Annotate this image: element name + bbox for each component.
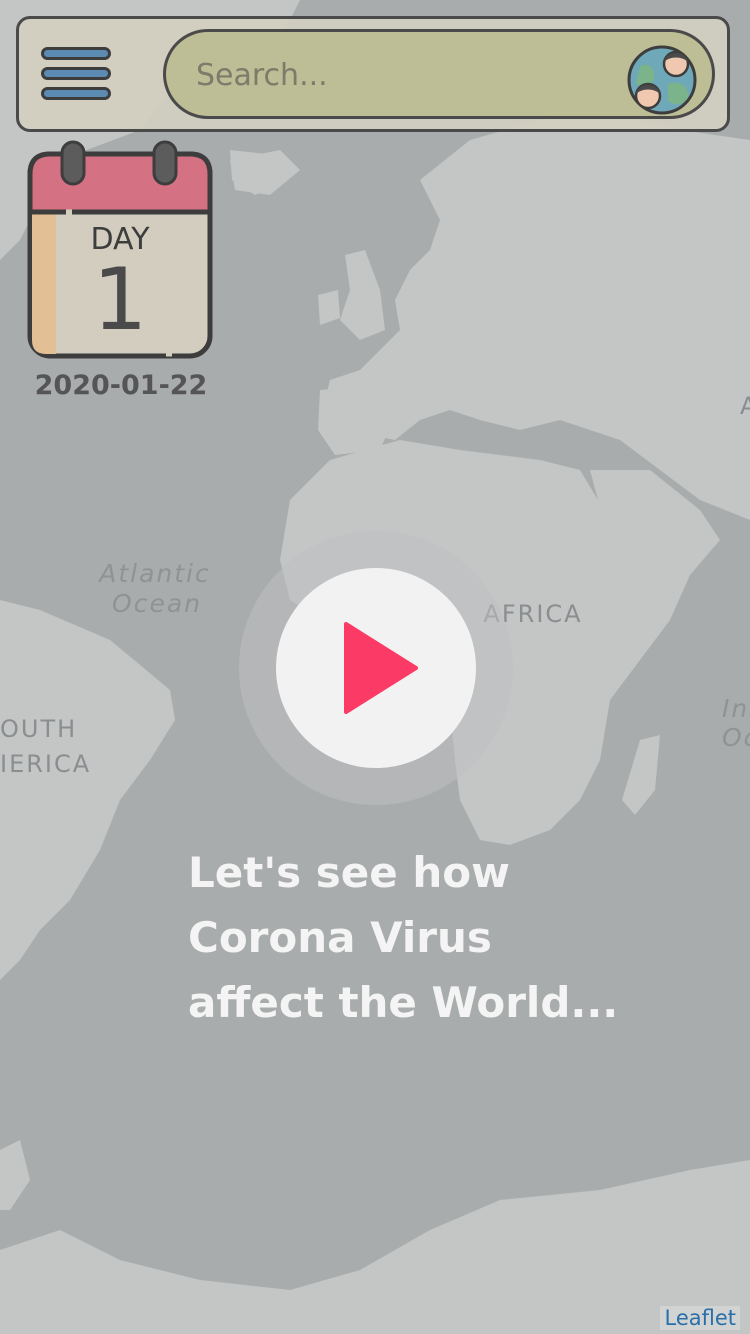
label-south-america-2: IERICA bbox=[0, 750, 91, 778]
label-south-america-1: OUTH bbox=[0, 715, 77, 743]
menu-bar bbox=[41, 87, 111, 100]
intro-line-2: Corona Virus bbox=[188, 913, 492, 962]
label-atlantic-ocean-1: Atlantic bbox=[97, 559, 211, 588]
leaflet-attribution-link[interactable]: Leaflet bbox=[660, 1306, 740, 1330]
label-asia-partial: A bbox=[740, 392, 750, 420]
current-date: 2020-01-22 bbox=[34, 370, 208, 401]
search-box bbox=[163, 29, 715, 119]
intro-line-1: Let's see how bbox=[188, 848, 510, 897]
play-button[interactable] bbox=[276, 568, 476, 768]
day-calendar: DAY 1 bbox=[26, 140, 216, 364]
intro-line-3: affect the World... bbox=[188, 978, 619, 1027]
hamburger-menu-icon[interactable] bbox=[41, 47, 111, 107]
intro-message: Let's see how Corona Virus affect the Wo… bbox=[188, 840, 708, 1035]
label-atlantic-ocean-2: Ocean bbox=[112, 589, 202, 618]
label-indian-ocean-1: In bbox=[722, 694, 749, 723]
calendar-day-number: 1 bbox=[92, 250, 148, 350]
menu-bar bbox=[41, 67, 111, 80]
label-indian-ocean-2: Oc bbox=[722, 723, 750, 752]
play-icon bbox=[344, 622, 418, 714]
globe-people-icon[interactable] bbox=[626, 44, 698, 116]
header-bar bbox=[16, 16, 730, 132]
search-input[interactable] bbox=[194, 46, 598, 104]
menu-bar bbox=[41, 47, 111, 60]
